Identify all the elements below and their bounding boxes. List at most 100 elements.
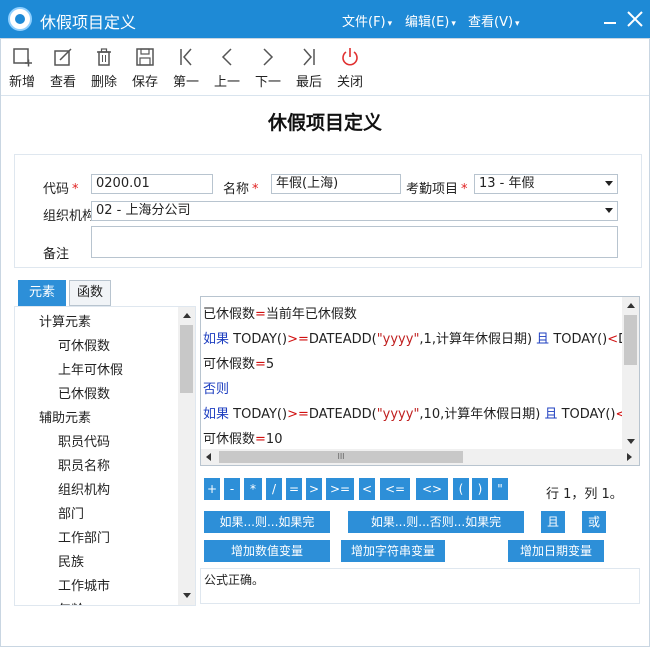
tree-item[interactable]: 职员名称	[58, 455, 110, 474]
tab-elements[interactable]: 元素	[18, 280, 66, 306]
remark-label: 备注	[43, 247, 70, 262]
menu-file[interactable]: 文件(F) ▾	[342, 11, 392, 30]
tree-item[interactable]: 上年可休假	[58, 359, 123, 378]
scroll-up-icon[interactable]	[183, 313, 191, 318]
op-minus-button[interactable]: -	[224, 478, 240, 500]
op-greater-equal-button[interactable]: >=	[326, 478, 354, 500]
form-panel: 代码 * 0200.01 名称 * 年假(上海) 考勤项目 * 13 - 年假 组织机…	[14, 154, 642, 268]
tab-functions[interactable]: 函数	[69, 280, 111, 306]
formula-line: 如果 TODAY()>=DATEADD("yyyy",1,计算年休假日期) 且 …	[203, 332, 637, 347]
formula-line: 否则	[203, 382, 230, 397]
op-not-equal-button[interactable]: <>	[416, 478, 448, 500]
dropdown-arrow-icon	[605, 181, 613, 186]
op-multiply-button[interactable]: *	[244, 478, 262, 500]
formula-line: 如果 TODAY()>=DATEADD("yyyy",10,计算年休假日期) 且…	[203, 407, 636, 422]
title-bar: 休假项目定义 文件(F) ▾ 编辑(E) ▾ 查看(V) ▾	[0, 0, 650, 38]
previous-button[interactable]: 上一	[207, 46, 247, 90]
scroll-thumb[interactable]	[624, 315, 637, 365]
scroll-thumb[interactable]: III	[219, 451, 463, 463]
tree-item[interactable]: 组织机构	[58, 479, 110, 498]
last-icon	[303, 48, 315, 66]
page-title: 休假项目定义	[267, 112, 382, 134]
scroll-down-icon[interactable]	[627, 439, 635, 444]
tree-scrollbar[interactable]	[178, 307, 195, 605]
op-divide-button[interactable]: /	[266, 478, 282, 500]
op-left-paren-button[interactable]: (	[453, 478, 469, 500]
tree-item[interactable]: 年龄	[58, 599, 84, 605]
scroll-right-icon[interactable]	[627, 453, 632, 461]
last-button[interactable]: 最后	[289, 46, 329, 90]
cursor-position: 行 1，列 1。	[546, 487, 623, 502]
name-label: 名称 *	[223, 182, 259, 197]
minimize-button[interactable]	[597, 6, 623, 32]
chevron-down-icon: ▾	[515, 19, 520, 29]
editor-vscrollbar[interactable]	[622, 297, 639, 449]
tree-group[interactable]: 计算元素	[39, 311, 91, 330]
and-button[interactable]: 且	[541, 511, 565, 533]
code-input[interactable]: 0200.01	[91, 174, 213, 194]
name-input[interactable]: 年假(上海)	[271, 174, 401, 194]
add-date-variable-button[interactable]: 增加日期变量	[508, 540, 604, 562]
element-tree: 计算元素 可休假数 上年可休假 已休假数 辅助元素 职员代码 职员名称 组织机构…	[14, 306, 196, 606]
attendance-select[interactable]: 13 - 年假	[474, 174, 618, 194]
org-select[interactable]: 02 - 上海分公司	[91, 201, 618, 221]
toolbar: 新增 查看 删除 保存 第一 上一 下一 最后 关闭	[0, 38, 650, 96]
chevron-down-icon: ▾	[387, 19, 393, 29]
formula-line: 可休假数=5	[203, 357, 275, 372]
view-button[interactable]: 查看	[43, 46, 83, 90]
tree-item[interactable]: 部门	[58, 503, 84, 522]
editor-hscrollbar[interactable]: III	[201, 449, 639, 465]
op-plus-button[interactable]: +	[204, 478, 220, 500]
dropdown-arrow-icon	[605, 208, 613, 213]
chevron-down-icon: ▾	[451, 19, 456, 29]
tree-item[interactable]: 可休假数	[58, 335, 110, 354]
left-tabs: 元素 函数	[14, 276, 196, 306]
first-button[interactable]: 第一	[166, 46, 206, 90]
or-button[interactable]: 或	[582, 511, 606, 533]
menu-view[interactable]: 查看(V) ▾	[468, 11, 520, 30]
if-then-button[interactable]: 如果...则...如果完	[204, 511, 330, 533]
tree-item[interactable]: 已休假数	[58, 383, 110, 402]
op-right-paren-button[interactable]: )	[472, 478, 488, 500]
next-button[interactable]: 下一	[248, 46, 288, 90]
save-button[interactable]: 保存	[125, 46, 165, 90]
menu-edit[interactable]: 编辑(E) ▾	[405, 11, 456, 30]
tree-item[interactable]: 民族	[58, 551, 84, 570]
scroll-thumb[interactable]	[180, 325, 193, 393]
tree-item[interactable]: 工作城市	[58, 575, 110, 594]
scroll-up-icon[interactable]	[627, 303, 635, 308]
new-button[interactable]: 新增	[2, 46, 42, 90]
next-icon	[263, 48, 274, 66]
add-number-variable-button[interactable]: 增加数值变量	[204, 540, 330, 562]
remark-input[interactable]	[91, 226, 618, 258]
scroll-left-icon[interactable]	[206, 453, 211, 461]
code-label: 代码 *	[43, 182, 79, 197]
attendance-label: 考勤项目 *	[406, 182, 468, 197]
tree-item[interactable]: 职员代码	[58, 431, 110, 450]
op-equal-button[interactable]: =	[286, 478, 302, 500]
op-greater-button[interactable]: >	[306, 478, 322, 500]
edit-icon	[54, 48, 72, 66]
window-title: 休假项目定义	[40, 13, 137, 32]
close-icon	[627, 11, 643, 27]
save-icon	[136, 48, 154, 66]
formula-line: 可休假数=10	[203, 432, 283, 447]
op-less-equal-button[interactable]: <=	[380, 478, 410, 500]
delete-button[interactable]: 删除	[84, 46, 124, 90]
app-logo-icon	[8, 7, 32, 31]
close-window-button[interactable]	[622, 6, 648, 32]
if-then-else-button[interactable]: 如果...则...否则...如果完	[348, 511, 524, 533]
close-button[interactable]: 关闭	[330, 46, 370, 90]
trash-icon	[97, 48, 111, 66]
op-quote-button[interactable]: "	[492, 478, 508, 500]
formula-editor[interactable]: 已休假数=当前年已休假数 如果 TODAY()>=DATEADD("yyyy",…	[200, 296, 640, 466]
scroll-down-icon[interactable]	[183, 593, 191, 598]
prev-icon	[221, 48, 232, 66]
first-icon	[180, 48, 192, 66]
formula-status: 公式正确。	[200, 568, 640, 604]
add-string-variable-button[interactable]: 增加字符串变量	[341, 540, 445, 562]
tree-group[interactable]: 辅助元素	[39, 407, 91, 426]
op-less-button[interactable]: <	[359, 478, 375, 500]
formula-line: 已休假数=当前年已休假数	[203, 307, 357, 322]
tree-item[interactable]: 工作部门	[58, 527, 110, 546]
